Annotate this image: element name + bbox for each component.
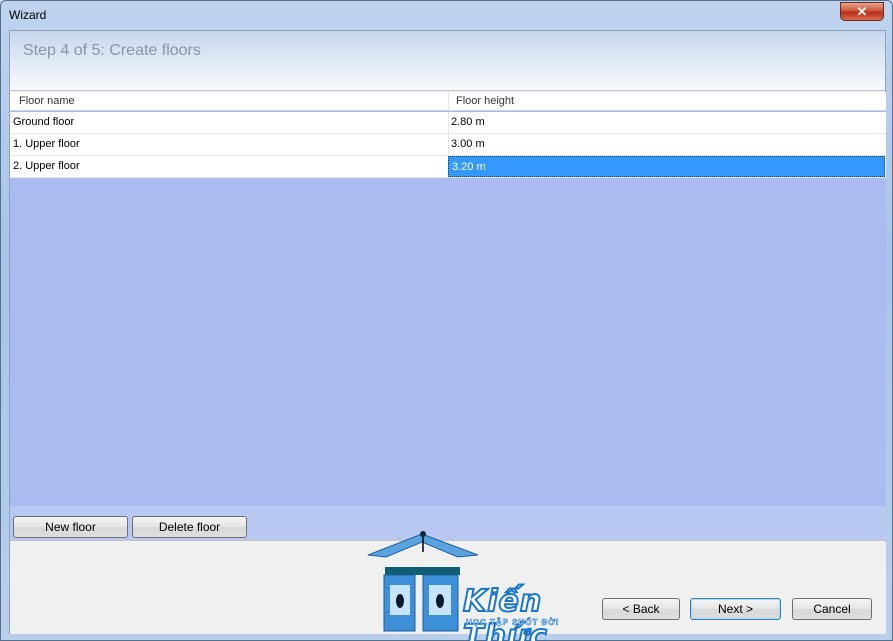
watermark-subtitle: HỌC TẬP SUỐT ĐỜI: [466, 618, 560, 628]
floor-height-cell[interactable]: 3.20 m: [452, 161, 486, 173]
new-floor-button[interactable]: New floor: [13, 516, 128, 538]
column-header-floor-name[interactable]: Floor name: [19, 95, 75, 107]
window-title: Wizard: [9, 8, 47, 22]
watermark-logo: Kiến Thức HỌC TẬP SUỐT ĐỜI: [360, 530, 620, 641]
table-row[interactable]: Ground floor 2.80 m: [10, 112, 886, 134]
column-header-floor-height[interactable]: Floor height: [456, 95, 514, 107]
close-icon: ✕: [856, 4, 868, 19]
cancel-button[interactable]: Cancel: [792, 598, 872, 620]
floor-height-cell[interactable]: 2.80 m: [451, 116, 485, 128]
floor-name-cell[interactable]: Ground floor: [13, 116, 74, 128]
floors-table[interactable]: Floor name Floor height Ground floor 2.8…: [10, 92, 886, 506]
watermark-title: Kiến Thức: [462, 583, 548, 641]
table-row[interactable]: 1. Upper floor 3.00 m: [10, 134, 886, 156]
cell-divider: [448, 112, 449, 134]
selected-floor-height-cell[interactable]: 3.20 m: [448, 156, 885, 177]
cell-divider: [448, 134, 449, 156]
column-divider[interactable]: [448, 92, 449, 111]
floor-name-cell[interactable]: 2. Upper floor: [13, 160, 80, 172]
school-building-icon: [367, 531, 479, 632]
title-bar[interactable]: Wizard ✕: [1, 1, 892, 29]
close-button[interactable]: ✕: [840, 2, 884, 21]
floor-name-cell[interactable]: 1. Upper floor: [13, 138, 80, 150]
next-button[interactable]: Next >: [690, 598, 781, 620]
table-row[interactable]: 2. Upper floor 3.20 m: [10, 156, 886, 178]
delete-floor-button[interactable]: Delete floor: [132, 516, 247, 538]
floor-height-cell[interactable]: 3.00 m: [451, 138, 485, 150]
step-title: Step 4 of 5: Create floors: [23, 42, 201, 59]
table-header: Floor name Floor height: [10, 92, 886, 111]
wizard-header: Step 4 of 5: Create floors: [10, 31, 885, 91]
